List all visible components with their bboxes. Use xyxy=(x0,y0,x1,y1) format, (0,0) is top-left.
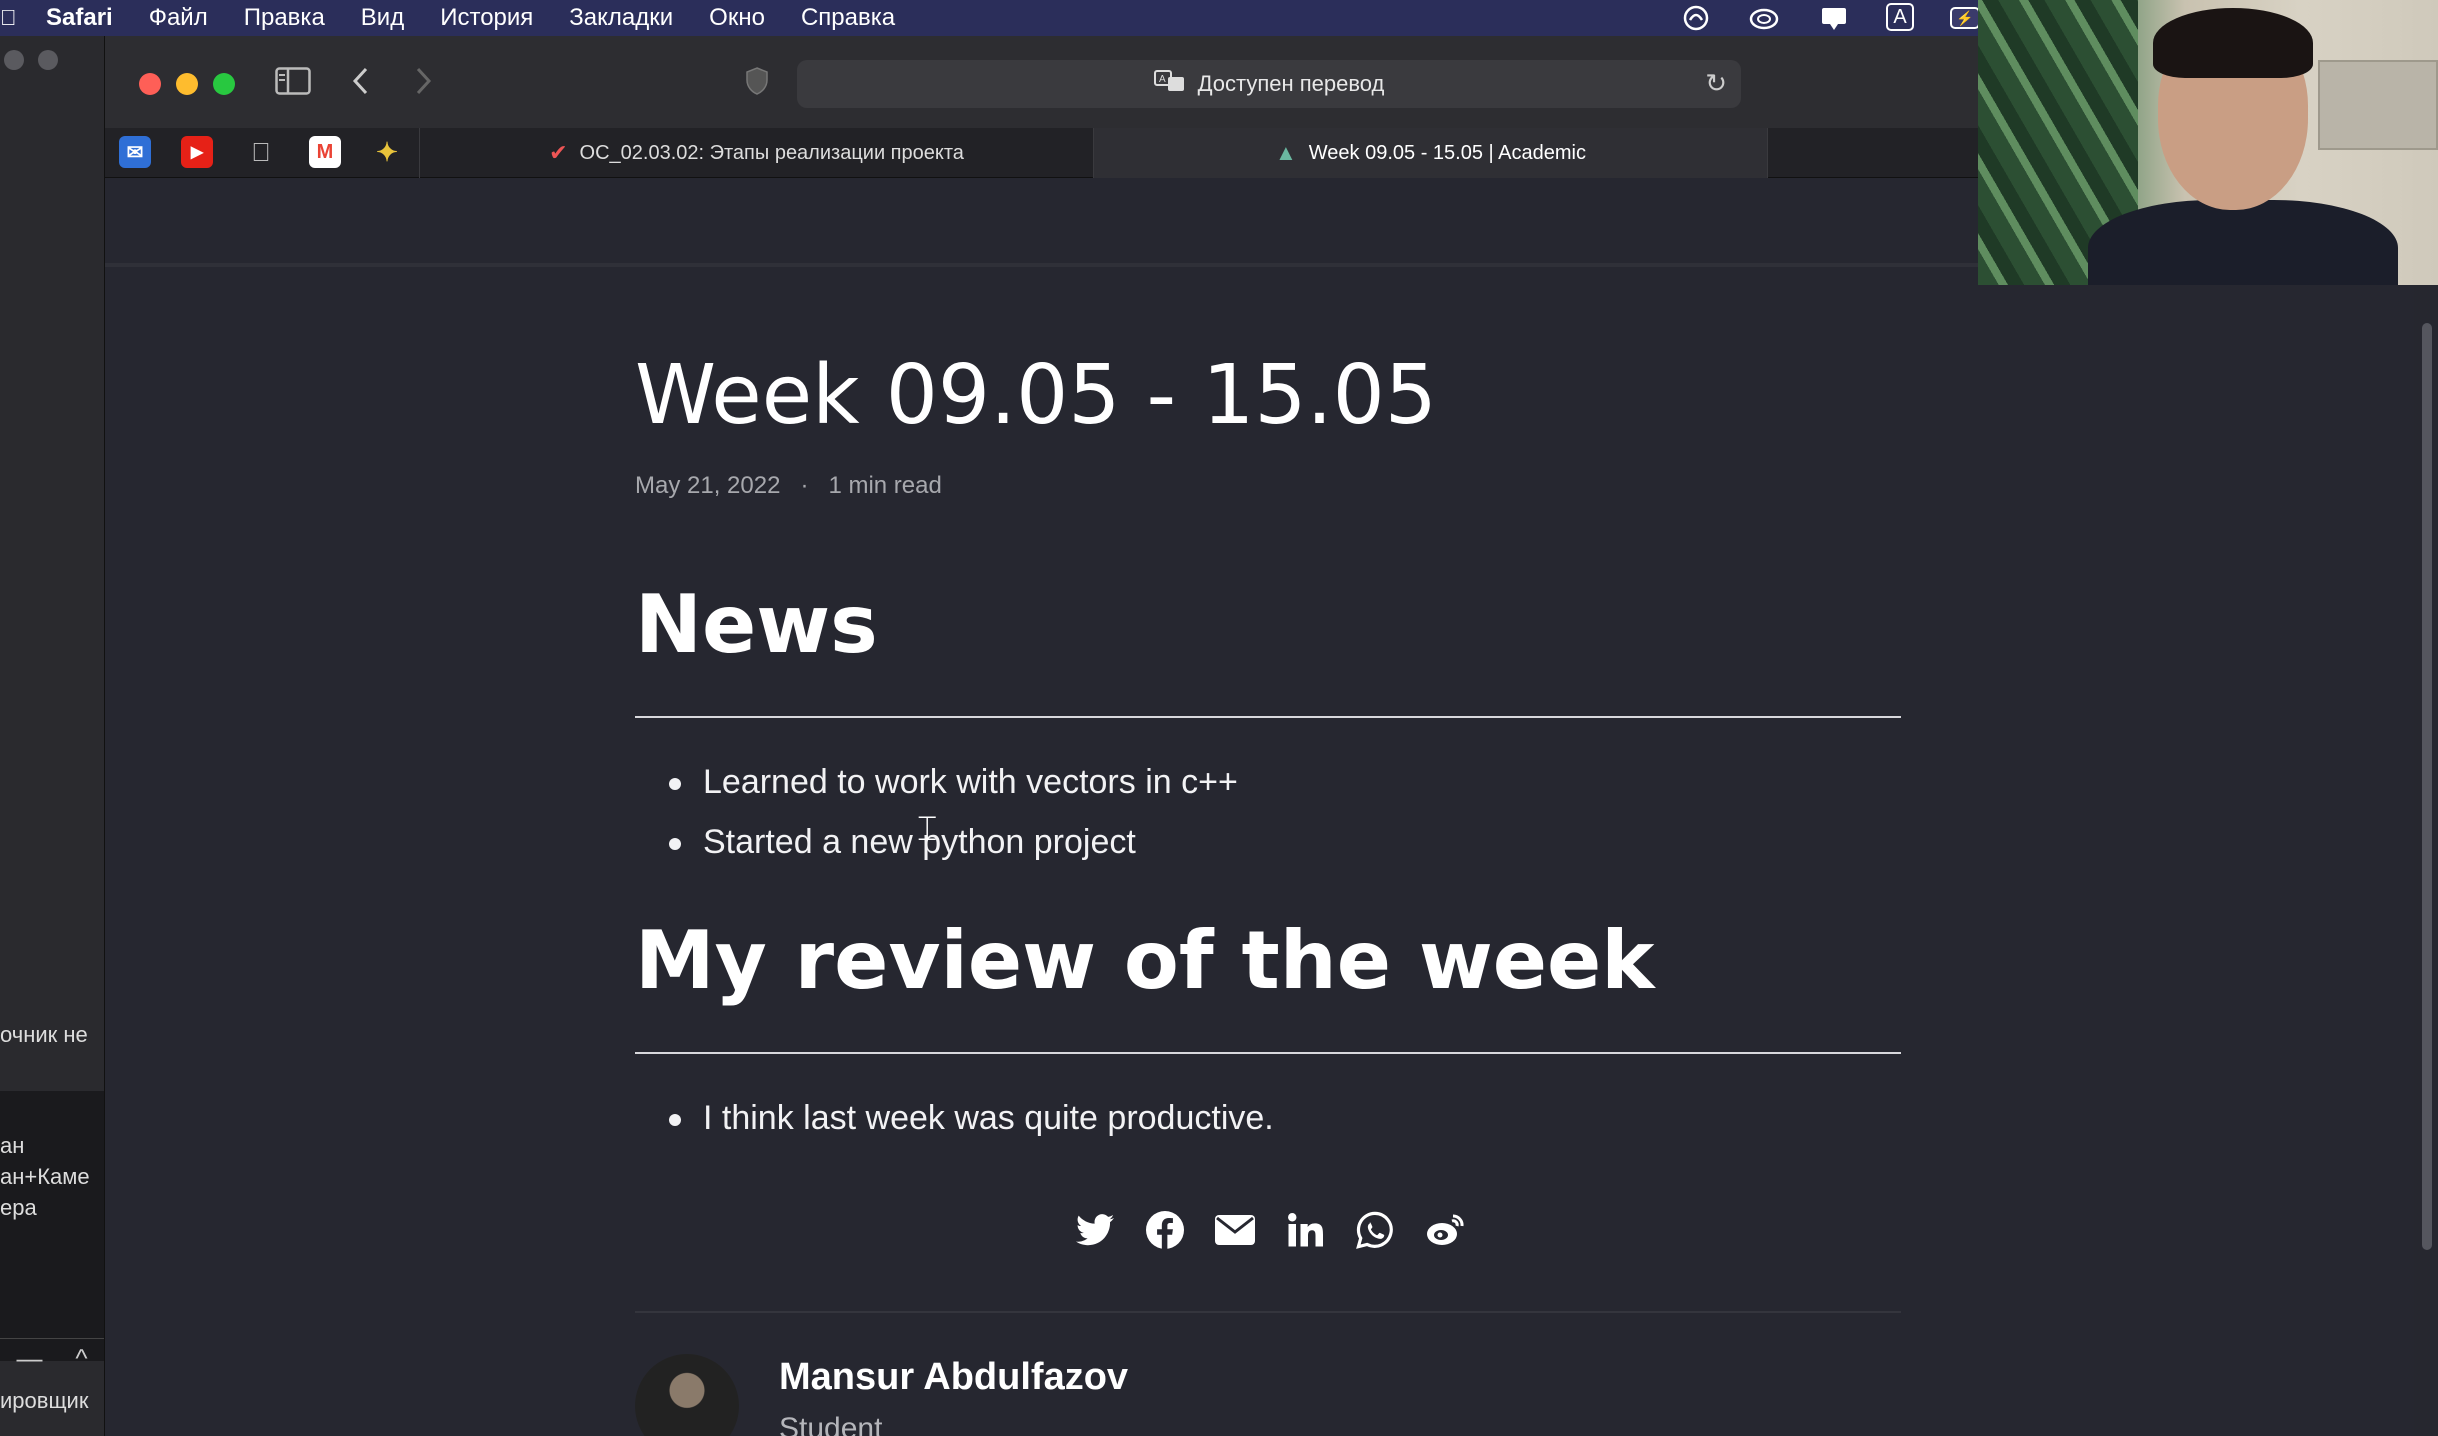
creative-cloud-icon[interactable] xyxy=(1680,3,1712,33)
tab-academic[interactable]: ▲ Week 09.05 - 15.05 | Academic xyxy=(1093,128,1767,178)
sidebar-toggle-icon[interactable] xyxy=(275,66,311,102)
notification-icon[interactable] xyxy=(1818,3,1850,33)
facebook-icon[interactable] xyxy=(1145,1210,1185,1250)
list-item: I think last week was quite productive. xyxy=(669,1088,1274,1148)
twitter-icon[interactable] xyxy=(1075,1210,1115,1250)
background-window-controls xyxy=(4,50,58,70)
whatsapp-icon[interactable] xyxy=(1355,1210,1395,1250)
input-source-icon[interactable]: A xyxy=(1886,3,1914,31)
course-icon: ✔ xyxy=(549,140,568,165)
post-meta: May 21, 2022 · 1 min read xyxy=(635,472,942,500)
background-list-item[interactable]: ан xyxy=(0,1133,104,1159)
svg-text:A: A xyxy=(1159,74,1166,85)
review-list: I think last week was quite productive. xyxy=(669,1088,1274,1148)
heading-rule xyxy=(635,1052,1901,1054)
menu-file[interactable]: Файл xyxy=(149,4,208,32)
menu-history[interactable]: История xyxy=(440,4,533,32)
background-window: очник не ан ан+Каме ера — ^ ировщик xyxy=(0,36,104,1436)
section-heading-review: My review of the week xyxy=(635,914,1655,1007)
avatar[interactable] xyxy=(635,1354,739,1436)
youtube-icon[interactable]: ▶ xyxy=(181,136,213,168)
scrollbar[interactable] xyxy=(2414,178,2438,1436)
tab-label: ОС_02.03.02: Этапы реализации проекта xyxy=(579,141,964,164)
background-list-item[interactable]: ера xyxy=(0,1195,104,1221)
list-item: Started a new python project xyxy=(669,812,1238,872)
address-text: Доступен перевод xyxy=(1197,71,1385,96)
creative-cloud-alt-icon[interactable] xyxy=(1748,3,1780,33)
academic-icon: ▲ xyxy=(1275,140,1297,165)
post-date: May 21, 2022 xyxy=(635,472,781,499)
heading-rule xyxy=(635,716,1901,718)
tab-course[interactable]: ✔ ОС_02.03.02: Этапы реализации проекта xyxy=(419,128,1093,178)
back-icon[interactable] xyxy=(351,66,371,103)
background-text: ировщик xyxy=(0,1388,89,1413)
meta-separator: · xyxy=(800,472,809,499)
email-icon[interactable] xyxy=(1215,1210,1255,1250)
forward-icon[interactable] xyxy=(413,66,433,103)
apple-icon[interactable]:  xyxy=(245,136,277,168)
page-content: Week 09.05 - 15.05 May 21, 2022 · 1 min re… xyxy=(105,178,2415,1436)
address-bar[interactable]: A Доступен перевод ↻ xyxy=(797,60,1741,108)
list-item: Learned to work with vectors in c++ xyxy=(669,752,1238,812)
section-heading-news: News xyxy=(635,578,878,671)
background-list-item[interactable]: ан+Каме xyxy=(0,1164,104,1190)
weibo-icon[interactable] xyxy=(1425,1210,1465,1250)
battery-icon[interactable]: ⚡ xyxy=(1950,7,1980,29)
webcam-person-hair xyxy=(2153,8,2313,78)
news-list: Learned to work with vectors in c++ Star… xyxy=(669,752,1238,872)
zoom-window-button[interactable] xyxy=(213,73,235,95)
background-bottom-controls: — ^ xyxy=(0,1338,104,1378)
author-name[interactable]: Mansur Abdulfazov xyxy=(779,1356,1128,1399)
menu-safari[interactable]: Safari xyxy=(46,4,113,32)
minus-icon[interactable]: — xyxy=(16,1343,42,1374)
read-time: 1 min read xyxy=(828,472,942,499)
text-cursor-icon: ⌶ xyxy=(917,810,938,848)
webcam-shelf xyxy=(2318,60,2438,150)
author-divider xyxy=(635,1311,1901,1313)
close-window-button[interactable] xyxy=(139,73,161,95)
gmail-icon[interactable]: M xyxy=(309,136,341,168)
background-list: ан ан+Каме ера xyxy=(0,1091,104,1361)
tab-label: Week 09.05 - 15.05 | Academic xyxy=(1308,141,1586,164)
privacy-shield-icon[interactable] xyxy=(745,66,769,103)
menu-edit[interactable]: Правка xyxy=(244,4,325,32)
chevron-up-icon[interactable]: ^ xyxy=(75,1343,87,1374)
menu-view[interactable]: Вид xyxy=(361,4,404,32)
apple-logo-icon[interactable]:  xyxy=(0,5,18,31)
translate-icon[interactable]: A xyxy=(1153,69,1186,99)
scrollbar-thumb[interactable] xyxy=(2422,323,2432,1250)
mail-icon[interactable]: ✉ xyxy=(119,136,151,168)
webcam-overlay xyxy=(1978,0,2438,285)
page-title: Week 09.05 - 15.05 xyxy=(635,348,1437,443)
menu-bookmarks[interactable]: Закладки xyxy=(569,4,673,32)
star-app-icon[interactable]: ✦ xyxy=(371,136,403,168)
linkedin-icon[interactable] xyxy=(1285,1210,1325,1250)
background-text: очник не xyxy=(0,1022,88,1047)
author-role: Student xyxy=(779,1412,883,1436)
minimize-window-button[interactable] xyxy=(176,73,198,95)
menu-window[interactable]: Окно xyxy=(709,4,765,32)
window-controls xyxy=(139,73,235,95)
menu-help[interactable]: Справка xyxy=(801,4,895,32)
share-buttons xyxy=(1075,1210,1465,1250)
reload-icon[interactable]: ↻ xyxy=(1705,68,1727,99)
webcam-person-shirt xyxy=(2088,200,2398,285)
